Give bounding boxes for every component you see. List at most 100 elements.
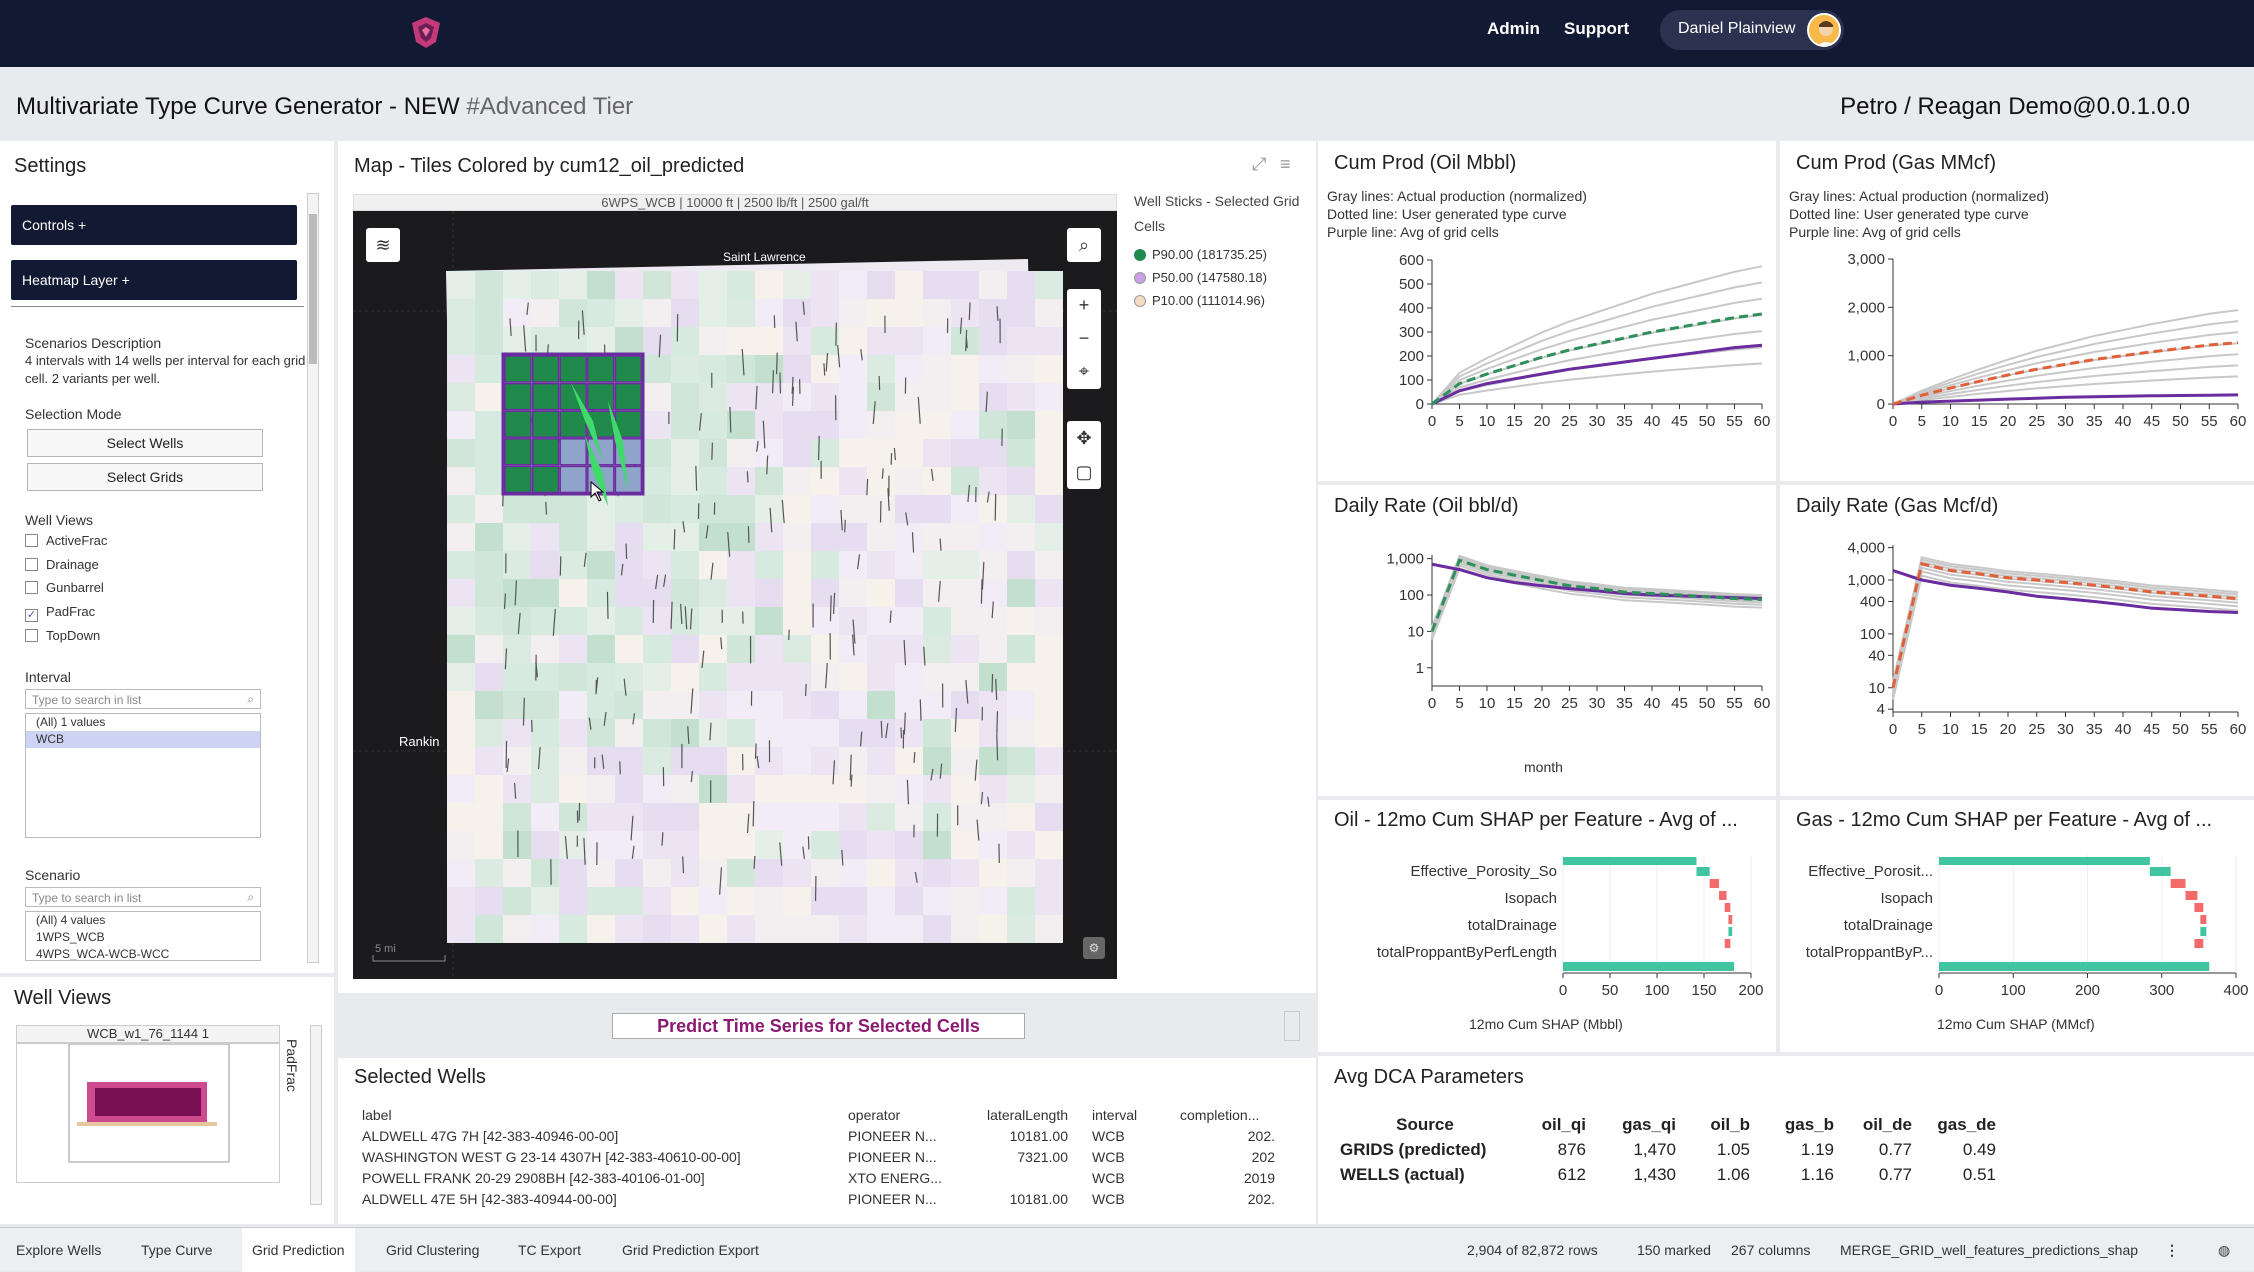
status-columns: 267 columns — [1731, 1242, 1810, 1258]
x-tick-label: 25 — [2028, 721, 2045, 738]
y-tick-label: 0 — [1877, 396, 1885, 413]
x-tick-label: 0 — [1889, 721, 1897, 738]
y-tick-label: 100 — [1860, 626, 1885, 643]
tab-grid-clustering[interactable]: Grid Clustering — [386, 1242, 479, 1258]
tab-tc-export[interactable]: TC Export — [518, 1242, 581, 1258]
y-tick-label: 3,000 — [1847, 251, 1885, 268]
x-tick-label: 100 — [1644, 982, 1669, 999]
x-tick-label: 60 — [1754, 413, 1771, 430]
y-tick-label: 1,000 — [1386, 551, 1424, 568]
x-tick-label: 5 — [1918, 413, 1926, 430]
y-tick-label: 1,000 — [1847, 572, 1885, 589]
waterfall-bar — [1728, 927, 1732, 936]
x-tick-label: 20 — [2000, 413, 2017, 430]
category-label: Effective_Porosit... — [1808, 863, 1933, 880]
x-tick-label: 15 — [1971, 721, 1988, 738]
x-tick-label: 45 — [1671, 413, 1688, 430]
x-tick-label: 50 — [2172, 413, 2189, 430]
x-tick-label: 30 — [1589, 695, 1606, 712]
x-tick-label: 20 — [2000, 721, 2017, 738]
table-header: Source oil_qi gas_qi oil_b gas_b oil_de … — [1330, 1112, 2006, 1137]
waterfall-bar — [2194, 903, 2203, 912]
column-header[interactable]: gas_qi — [1596, 1112, 1686, 1137]
column-header[interactable]: oil_qi — [1520, 1112, 1596, 1137]
column-header[interactable]: gas_b — [1760, 1112, 1844, 1137]
waterfall-bar — [2200, 915, 2206, 924]
x-tick-label: 400 — [2223, 982, 2248, 999]
x-tick-label: 50 — [1602, 982, 1619, 999]
x-tick-label: 60 — [2230, 721, 2247, 738]
chart-cum-prod-gas-mmcf-: 01,0002,0003,000051015202530354045505560 — [1847, 251, 2246, 430]
table-row[interactable]: WELLS (actual)6121,4301.061.160.770.51 — [1330, 1162, 2006, 1187]
chart-daily-rate-gas-mcf-d-: 410401004001,0004,0000510152025303540455… — [1847, 540, 2246, 738]
x-tick-label: 35 — [2086, 721, 2103, 738]
x-tick-label: 10 — [1479, 413, 1496, 430]
category-label: totalDrainage — [1844, 917, 1933, 934]
x-tick-label: 50 — [1699, 413, 1716, 430]
x-tick-label: 50 — [1699, 695, 1716, 712]
x-tick-label: 55 — [1726, 413, 1743, 430]
y-tick-label: 100 — [1399, 587, 1424, 604]
more-icon[interactable]: ⋮ — [2165, 1242, 2179, 1259]
waterfall-bar — [1719, 891, 1727, 900]
type-curve-line — [1893, 564, 2238, 688]
y-tick-label: 4 — [1877, 701, 1885, 718]
tab-explore-wells[interactable]: Explore Wells — [16, 1242, 101, 1258]
category-label: Effective_Porosity_So — [1411, 863, 1557, 880]
dca-title: Avg DCA Parameters — [1334, 1066, 1524, 1089]
waterfall-bar — [2150, 867, 2171, 876]
x-tick-label: 35 — [1616, 695, 1633, 712]
x-tick-label: 20 — [1534, 413, 1551, 430]
x-tick-label: 40 — [2115, 721, 2132, 738]
table-row[interactable]: GRIDS (predicted)8761,4701.051.190.770.4… — [1330, 1137, 2006, 1162]
actual-production-line — [1893, 568, 2238, 692]
y-tick-label: 10 — [1868, 680, 1885, 697]
x-tick-label: 30 — [2057, 413, 2074, 430]
waterfall-bar-base — [1939, 857, 2150, 865]
tab-grid-prediction-export[interactable]: Grid Prediction Export — [622, 1242, 759, 1258]
tab-grid-prediction[interactable]: Grid Prediction — [242, 1228, 355, 1272]
x-tick-label: 60 — [1754, 695, 1771, 712]
actual-production-line — [1432, 568, 1762, 639]
x-tick-label: 55 — [1726, 695, 1743, 712]
actual-production-line — [1893, 560, 2238, 684]
tab-type-curve[interactable]: Type Curve — [141, 1242, 213, 1258]
x-tick-label: 10 — [1479, 695, 1496, 712]
waterfall-bar-total — [1563, 962, 1734, 971]
x-tick-label: 50 — [2172, 721, 2189, 738]
dca-table: Source oil_qi gas_qi oil_b gas_b oil_de … — [1330, 1112, 2006, 1187]
y-tick-label: 40 — [1868, 647, 1885, 664]
chart-oil-mo-cum-shap-per-feature-avg-of-: 050100150200Effective_Porosity_SoIsopach… — [1377, 855, 1764, 999]
charts-layer: 0100200300400500600051015202530354045505… — [0, 0, 2254, 1271]
chart-cum-prod-oil-mbbl-: 0100200300400500600051015202530354045505… — [1399, 252, 1770, 430]
actual-production-line — [1432, 266, 1762, 404]
column-header[interactable]: oil_b — [1686, 1112, 1760, 1137]
x-tick-label: 35 — [1616, 413, 1633, 430]
x-tick-label: 0 — [1559, 982, 1567, 999]
x-tick-label: 40 — [1644, 695, 1661, 712]
y-tick-label: 0 — [1416, 396, 1424, 413]
globe-icon[interactable]: ◍ — [2218, 1242, 2230, 1259]
category-label: totalProppantByP... — [1806, 944, 1933, 961]
x-tick-label: 300 — [2149, 982, 2174, 999]
column-header[interactable]: Source — [1330, 1112, 1520, 1137]
column-header[interactable]: gas_de — [1922, 1112, 2006, 1137]
x-tick-label: 55 — [2201, 413, 2218, 430]
x-tick-label: 25 — [1561, 413, 1578, 430]
waterfall-bar — [1696, 867, 1709, 876]
x-tick-label: 5 — [1918, 721, 1926, 738]
category-label: totalDrainage — [1468, 917, 1557, 934]
chart-daily-rate-oil-bbl-d-: 1101001,000051015202530354045505560 — [1386, 551, 1770, 712]
x-tick-label: 40 — [1644, 413, 1661, 430]
x-tick-label: 200 — [1738, 982, 1763, 999]
y-tick-label: 4,000 — [1847, 540, 1885, 557]
y-tick-label: 200 — [1399, 348, 1424, 365]
status-table[interactable]: MERGE_GRID_well_features_predictions_sha… — [1840, 1242, 2138, 1258]
x-tick-label: 5 — [1455, 695, 1463, 712]
x-tick-label: 150 — [1691, 982, 1716, 999]
waterfall-bar — [1725, 939, 1731, 948]
waterfall-bar — [1710, 879, 1719, 888]
column-header[interactable]: oil_de — [1844, 1112, 1922, 1137]
y-tick-label: 100 — [1399, 372, 1424, 389]
waterfall-bar-total — [1939, 962, 2209, 971]
